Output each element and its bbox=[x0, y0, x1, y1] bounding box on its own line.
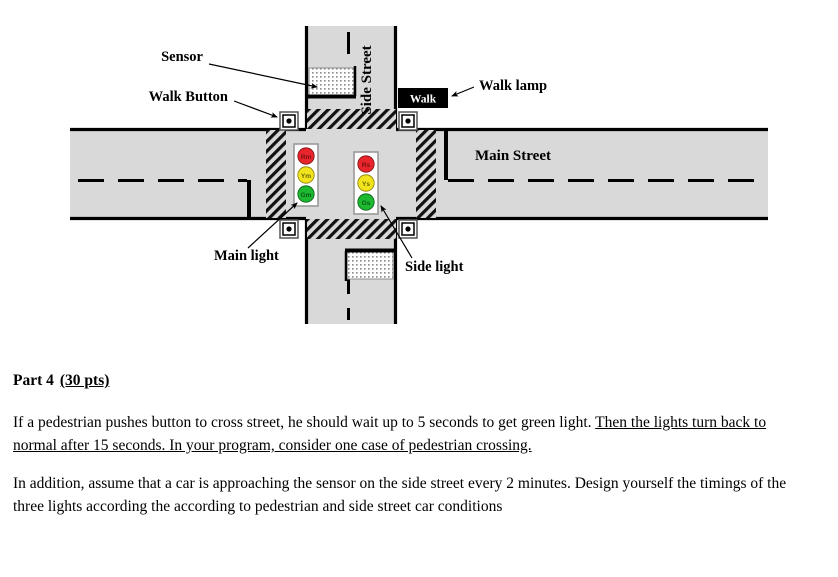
question-text-block: Part 4 (30 pts) If a pedestrian pushes bu… bbox=[13, 372, 813, 533]
callout-side-light-label: Side light bbox=[405, 259, 464, 275]
callout-walk-button: Walk Button bbox=[149, 89, 278, 118]
part-heading-label: Part 4 bbox=[13, 372, 54, 389]
side-traffic-light: Rs Ys Gs bbox=[353, 151, 379, 215]
crosswalk-north bbox=[307, 109, 396, 129]
callout-sensor-label: Sensor bbox=[161, 49, 203, 65]
crosswalk-south bbox=[307, 219, 396, 239]
crosswalk-east bbox=[416, 130, 436, 218]
walk-button-northeast[interactable] bbox=[398, 111, 418, 131]
side-light-red-label: Rs bbox=[362, 162, 371, 169]
walk-lamp: Walk bbox=[398, 88, 448, 108]
side-light-yellow-label: Ys bbox=[362, 181, 370, 188]
callout-walk-lamp: Walk lamp bbox=[451, 78, 547, 97]
walk-lamp-label: Walk bbox=[410, 94, 437, 106]
main-light-yellow-label: Ym bbox=[301, 173, 311, 180]
main-light-yellow-lamp: Ym bbox=[297, 166, 315, 184]
callout-sensor: Sensor bbox=[161, 49, 318, 89]
walk-button-southwest[interactable] bbox=[279, 219, 299, 239]
main-light-red-label: Rm bbox=[301, 154, 312, 161]
traffic-intersection-diagram: Walk Rm Ym Gm Rs Ys Gs Side Street Main … bbox=[0, 0, 838, 350]
walk-button-southeast[interactable] bbox=[398, 219, 418, 239]
part-heading: Part 4 (30 pts) bbox=[13, 372, 813, 391]
walk-button-northwest[interactable] bbox=[279, 111, 299, 131]
paragraph-pedestrian: If a pedestrian pushes button to cross s… bbox=[13, 411, 797, 458]
sensor-south bbox=[344, 248, 394, 281]
callout-main-light-label: Main light bbox=[214, 248, 279, 264]
side-light-red-lamp: Rs bbox=[357, 155, 375, 173]
side-light-green-lamp: Gs bbox=[357, 193, 375, 211]
callout-walk-button-label: Walk Button bbox=[149, 89, 228, 105]
side-light-yellow-lamp: Ys bbox=[357, 174, 375, 192]
paragraph-sensor-timing: In addition, assume that a car is approa… bbox=[13, 474, 787, 516]
sensor-north bbox=[308, 66, 357, 99]
side-street-label: Side Street bbox=[359, 45, 375, 114]
callout-walk-lamp-label: Walk lamp bbox=[479, 78, 547, 94]
crosswalk-west bbox=[266, 130, 286, 218]
paragraph-pedestrian-plain: If a pedestrian pushes button to cross s… bbox=[13, 413, 592, 431]
main-street-label: Main Street bbox=[475, 148, 551, 164]
side-light-green-label: Gs bbox=[362, 200, 371, 207]
part-heading-points: (30 pts) bbox=[59, 372, 110, 389]
main-light-green-label: Gm bbox=[301, 192, 312, 199]
main-traffic-light: Rm Ym Gm bbox=[293, 143, 319, 207]
main-light-red-lamp: Rm bbox=[297, 147, 315, 165]
main-light-green-lamp: Gm bbox=[297, 185, 315, 203]
